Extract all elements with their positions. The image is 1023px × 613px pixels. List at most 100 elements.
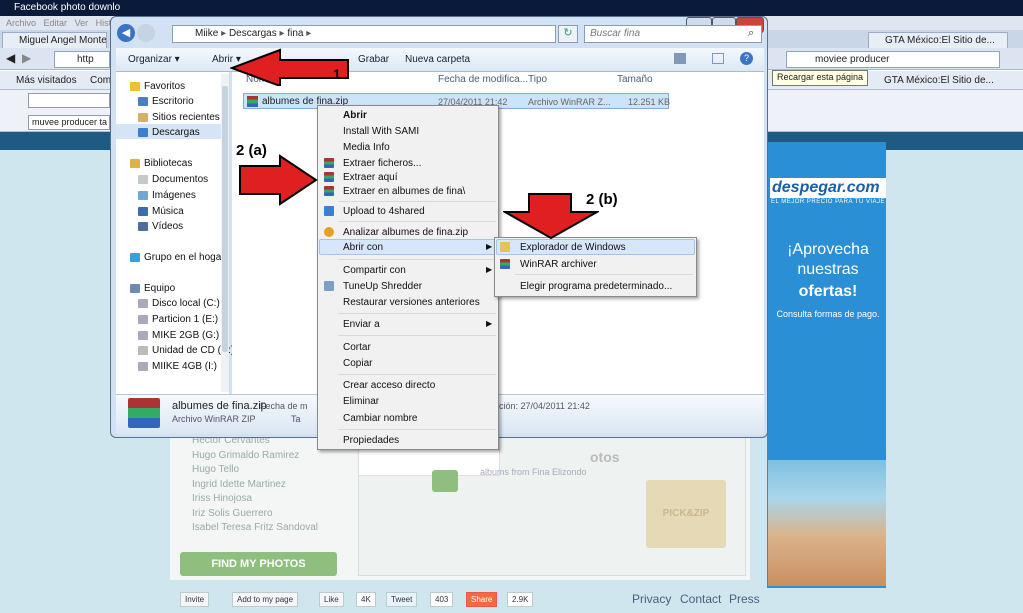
computer-icon [130,284,140,293]
toolbar-input[interactable] [28,93,110,108]
browser-search-input[interactable]: moviee producer [786,51,1000,68]
submenu-elegir[interactable]: Elegir programa predeterminado... [520,281,672,292]
menu-propiedades[interactable]: Propiedades [343,435,399,446]
details-file-type: Archivo WinRAR ZIP [172,414,256,424]
toolbar-search-input[interactable]: muvee producer ta [28,115,110,130]
breadcrumb-descargas[interactable]: Descargas [229,28,277,39]
forward-icon[interactable]: ▶ [22,51,31,65]
winrar-icon [324,172,334,182]
preview-pane-icon[interactable] [712,53,724,64]
desktop-icon [138,97,148,106]
menu-extraer-ficheros[interactable]: Extraer ficheros... [343,158,421,169]
menu-copiar[interactable]: Copiar [343,358,372,369]
menu-media-info[interactable]: Media Info [343,142,390,153]
nav-downloads[interactable]: Descargas [138,127,200,138]
menu-ver[interactable]: Ver [75,18,89,28]
cd-icon [138,346,148,355]
arrow-shape [503,193,599,240]
breadcrumb-miike[interactable]: Miike [195,28,218,39]
tab-miguel[interactable]: Miguel Angel Monte [2,32,107,48]
file-type: Archivo WinRAR Z... [528,97,611,107]
menu-install-sami[interactable]: Install With SAMI [343,126,419,137]
menu-extraer-aqui[interactable]: Extraer aquí [343,172,397,183]
reload-tooltip: Recargar esta página [772,70,869,86]
tab-gta[interactable]: GTA México:El Sitio de... [868,32,1008,48]
menu-analizar[interactable]: Analizar albumes de fina.zip [343,227,468,238]
like-button[interactable]: Like [319,592,344,607]
friend-name[interactable]: Iriz Solis Guerrero [192,507,332,522]
nav-desktop[interactable]: Escritorio [138,96,194,107]
column-size[interactable]: Tamaño [617,74,653,85]
find-my-photos-button[interactable]: FIND MY PHOTOS [180,552,337,576]
explorer-forward-icon[interactable] [137,24,155,42]
address-bar[interactable]: Miike ▸ Descargas ▸ fina ▸ [172,25,556,43]
nav-homegroup[interactable]: Grupo en el hogar [130,252,225,263]
nav-part-e[interactable]: Particion 1 (E:) [138,314,218,325]
ad-tagline: EL MEJOR PRECIO PARA TU VIAJE [770,199,886,205]
invite-button[interactable]: Invite [180,592,210,607]
nav-images[interactable]: Imágenes [138,190,196,201]
menu-enviar-a[interactable]: Enviar a [343,319,380,330]
winrar-icon [247,96,258,107]
nav-computer[interactable]: Equipo [130,283,175,294]
nav-mike-g[interactable]: MIKE 2GB (G:) [138,330,219,341]
menu-abrir[interactable]: Abrir [343,110,367,121]
press-link[interactable]: Press [729,592,760,606]
arrow-shape [239,154,318,206]
privacy-link[interactable]: Privacy [632,592,671,606]
homegroup-icon [130,253,140,262]
menu-cambiar-nombre[interactable]: Cambiar nombre [343,413,417,424]
friend-name[interactable]: Iriss Hinojosa [192,492,332,507]
view-icon[interactable] [674,53,686,64]
details-file-name: albumes de fina.zip [172,400,267,412]
friend-name[interactable]: Hugo Grimaldo Ramirez [192,449,332,464]
tweet-button[interactable]: Tweet [386,592,418,607]
nav-mike-i[interactable]: MIIKE 4GB (I:) [138,361,217,372]
organize-button[interactable]: Organizar ▾ [128,54,180,65]
bookmark-gta[interactable]: GTA México:El Sitio de... [884,75,994,86]
menu-extraer-en[interactable]: Extraer en albumes de fina\ [343,186,465,197]
menu-tuneup-shredder[interactable]: TuneUp Shredder [343,281,422,292]
menu-eliminar[interactable]: Eliminar [343,396,379,407]
nav-documents[interactable]: Documentos [138,174,208,185]
menu-abrir-con[interactable]: Abrir con [343,242,383,253]
menu-restaurar[interactable]: Restaurar versiones anteriores [343,297,480,308]
url-bar[interactable]: http [54,51,110,68]
refresh-icon[interactable]: ↻ [558,25,578,43]
column-date[interactable]: Fecha de modifica... [438,74,528,85]
bookmark-mas-visitados[interactable]: Más visitados [16,75,77,86]
friend-name[interactable]: Ingrid Idette Martinez [192,478,332,493]
breadcrumb-fina[interactable]: fina [287,28,303,39]
new-folder-button[interactable]: Nueva carpeta [405,54,470,65]
nav-scrollbar-thumb[interactable] [222,86,228,352]
explorer-back-icon[interactable]: ◀ [117,24,135,42]
nav-cd-h[interactable]: Unidad de CD (H:) [138,345,234,356]
column-type[interactable]: Tipo [528,74,547,85]
details-ta: Ta [291,414,301,424]
add-to-page-button[interactable]: Add to my page [232,592,299,607]
bookmark-com[interactable]: Com [90,75,111,86]
menu-crear-acceso[interactable]: Crear acceso directo [343,380,435,391]
nav-favorites[interactable]: Favoritos [130,81,185,92]
menu-cortar[interactable]: Cortar [343,342,371,353]
explorer-search-input[interactable]: Buscar fina [584,25,762,43]
menu-compartir-con[interactable]: Compartir con [343,265,406,276]
browser-title: Facebook photo downlo [14,2,121,13]
submenu-winrar[interactable]: WinRAR archiver [520,259,597,270]
back-icon[interactable]: ◀ [6,51,15,65]
friend-name[interactable]: Hugo Tello [192,463,332,478]
nav-libraries[interactable]: Bibliotecas [130,158,192,169]
nav-videos[interactable]: Vídeos [138,221,183,232]
friend-name[interactable]: Isabel Teresa Fritz Sandoval [192,521,332,536]
nav-music[interactable]: Música [138,206,184,217]
submenu-explorador[interactable]: Explorador de Windows [520,242,626,253]
help-icon[interactable]: ? [740,52,753,65]
share-button[interactable]: Share [466,592,498,607]
menu-editar[interactable]: Editar [44,18,68,28]
menu-archivo[interactable]: Archivo [6,18,36,28]
nav-recent[interactable]: Sitios recientes [138,112,220,123]
nav-disk-c[interactable]: Disco local (C:) [138,298,220,309]
menu-upload-4shared[interactable]: Upload to 4shared [343,206,425,217]
contact-link[interactable]: Contact [680,592,721,606]
search-icon[interactable]: ⌕ [748,27,754,40]
